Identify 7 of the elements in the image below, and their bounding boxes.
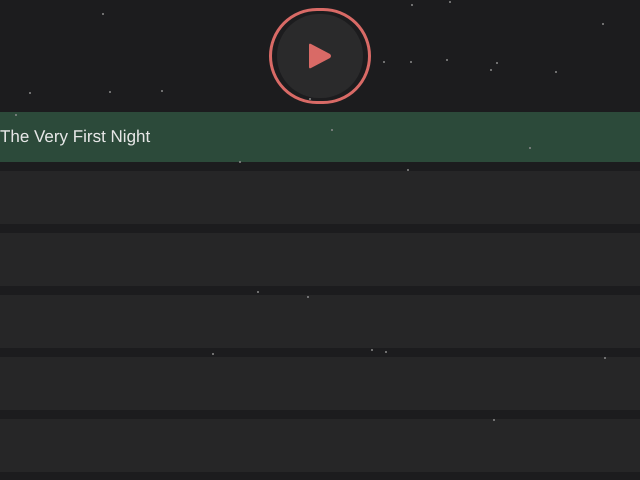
track-title: The Very First Night — [0, 126, 150, 148]
track-row[interactable]: The Very First Night — [0, 112, 640, 162]
track-row[interactable] — [0, 357, 640, 410]
play-icon — [308, 43, 332, 69]
track-row[interactable] — [0, 171, 640, 224]
track-row[interactable] — [0, 295, 640, 348]
track-row[interactable] — [0, 419, 640, 472]
